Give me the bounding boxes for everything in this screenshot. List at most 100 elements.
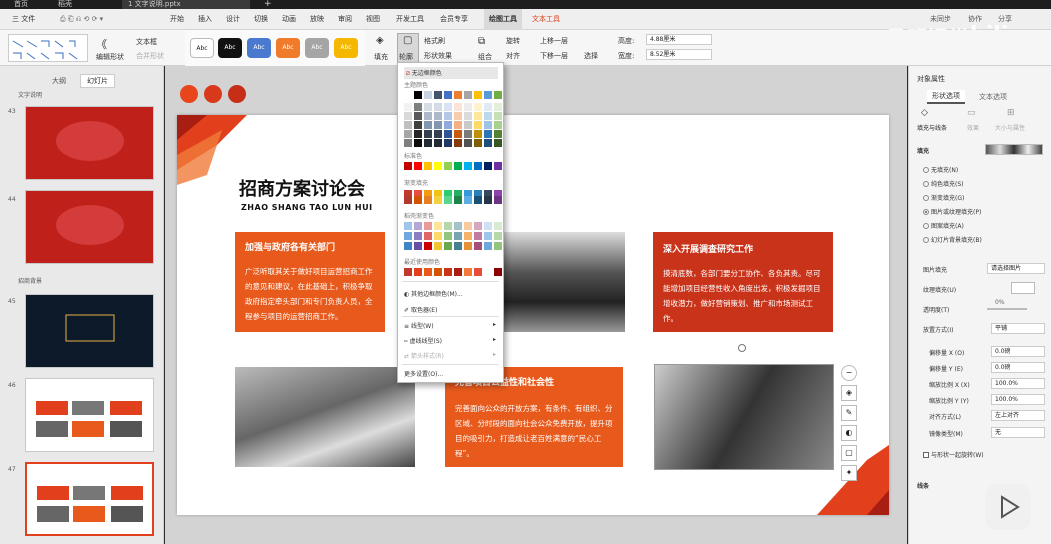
color-swatch[interactable] <box>474 268 482 276</box>
slide-thumbnail-selected[interactable] <box>25 462 154 536</box>
frame-icon[interactable]: ▢ <box>841 445 857 461</box>
slide-title[interactable]: 招商方案讨论会 <box>239 175 365 201</box>
fill-icon[interactable]: ◐ <box>841 425 857 441</box>
color-swatch[interactable] <box>424 268 432 276</box>
fill-option-background[interactable]: 幻灯片背景填充(B) <box>923 235 982 244</box>
color-swatch[interactable] <box>464 162 472 170</box>
color-swatch[interactable] <box>484 103 492 111</box>
menu-review[interactable]: 审阅 <box>338 9 352 30</box>
color-swatch[interactable] <box>484 162 492 170</box>
city-street-photo[interactable] <box>503 232 625 332</box>
color-swatch[interactable] <box>404 112 412 120</box>
collapse-icon[interactable]: − <box>841 365 857 381</box>
tile-select[interactable]: 平铺 <box>991 323 1045 334</box>
style-sample-gray[interactable]: Abc <box>305 38 329 58</box>
color-swatch[interactable] <box>474 222 482 230</box>
scale-x-input[interactable]: 100.0% <box>991 378 1045 389</box>
fill-section-header[interactable]: 填充 <box>917 146 929 155</box>
color-swatch[interactable] <box>404 91 412 99</box>
color-swatch[interactable] <box>414 139 422 147</box>
color-swatch[interactable] <box>454 196 462 204</box>
textbox-button[interactable]: 文本框 <box>136 37 157 47</box>
slide-thumbnail[interactable] <box>25 190 154 264</box>
more-settings-option[interactable]: 更多设置(O)... <box>404 369 443 378</box>
layers-icon[interactable]: ◈ <box>841 385 857 401</box>
color-swatch[interactable] <box>424 103 432 111</box>
menu-start[interactable]: 开始 <box>170 9 184 30</box>
pen-icon[interactable]: ✎ <box>841 405 857 421</box>
color-swatch[interactable] <box>454 91 462 99</box>
fill-option-solid[interactable]: 纯色填充(S) <box>923 179 964 188</box>
group-button[interactable]: 组合 <box>478 52 492 62</box>
color-swatch[interactable] <box>424 130 432 138</box>
menu-view[interactable]: 视图 <box>366 9 380 30</box>
mirror-select[interactable]: 无 <box>991 427 1045 438</box>
fill-option-none[interactable]: 无填充(N) <box>923 165 958 174</box>
coins-money-photo[interactable] <box>235 367 415 467</box>
color-swatch[interactable] <box>434 121 442 129</box>
color-swatch[interactable] <box>474 91 482 99</box>
color-swatch[interactable] <box>444 103 452 111</box>
fill-option-gradient[interactable]: 渐变填充(G) <box>923 193 964 202</box>
color-swatch[interactable] <box>454 268 462 276</box>
file-menu[interactable]: 三 文件 <box>12 9 35 30</box>
color-swatch[interactable] <box>494 232 502 240</box>
color-swatch[interactable] <box>404 130 412 138</box>
color-swatch[interactable] <box>474 130 482 138</box>
color-swatch[interactable] <box>454 222 462 230</box>
fill-line-tab[interactable]: 填充与线条 <box>917 123 947 132</box>
color-swatch[interactable] <box>464 196 472 204</box>
menu-text-tools[interactable]: 文本工具 <box>532 9 560 30</box>
color-swatch[interactable] <box>414 130 422 138</box>
color-swatch[interactable] <box>464 130 472 138</box>
color-swatch[interactable] <box>404 268 412 276</box>
selection-frame[interactable] <box>654 364 834 470</box>
color-swatch[interactable] <box>464 139 472 147</box>
color-swatch[interactable] <box>444 130 452 138</box>
color-swatch[interactable] <box>444 162 452 170</box>
more-outline-colors-option[interactable]: ◐ 其他边框颜色(M)... <box>404 289 463 298</box>
fill-option-picture[interactable]: 图片或纹理填充(P) <box>923 207 981 216</box>
color-swatch[interactable] <box>414 162 422 170</box>
color-swatch[interactable] <box>484 268 492 276</box>
color-swatch[interactable] <box>434 112 442 120</box>
color-swatch[interactable] <box>424 139 432 147</box>
video-play-button[interactable] <box>985 484 1031 530</box>
section-title-1[interactable]: 文字说明 <box>18 90 42 99</box>
color-swatch[interactable] <box>484 112 492 120</box>
line-section-header[interactable]: 线条 <box>917 481 929 490</box>
color-swatch[interactable] <box>494 242 502 250</box>
color-swatch[interactable] <box>464 91 472 99</box>
slide-thumbnail[interactable] <box>25 378 154 452</box>
color-swatch[interactable] <box>444 268 452 276</box>
color-swatch[interactable] <box>444 121 452 129</box>
color-swatch[interactable] <box>434 268 442 276</box>
menu-transition[interactable]: 切换 <box>254 9 268 30</box>
color-swatch[interactable] <box>494 162 502 170</box>
new-tab-button[interactable]: + <box>258 0 278 9</box>
shape-options-tab[interactable]: 形状选项 <box>927 90 965 104</box>
color-swatch[interactable] <box>474 232 482 240</box>
color-swatch[interactable] <box>474 139 482 147</box>
text-box-2[interactable]: 深入开展调查研究工作 摸清底数，各部门要分工协作、各负其责。尽可能增加项目经营性… <box>653 232 833 332</box>
menu-developer[interactable]: 开发工具 <box>396 9 424 30</box>
style-sample-black[interactable]: Abc <box>218 38 242 58</box>
color-swatch[interactable] <box>494 91 502 99</box>
color-swatch[interactable] <box>484 139 492 147</box>
color-swatch[interactable] <box>474 103 482 111</box>
color-swatch[interactable] <box>424 232 432 240</box>
color-swatch[interactable] <box>434 91 442 99</box>
color-swatch[interactable] <box>494 121 502 129</box>
color-swatch[interactable] <box>474 121 482 129</box>
color-swatch[interactable] <box>484 232 492 240</box>
align-button[interactable]: 对齐 <box>506 51 520 61</box>
color-swatch[interactable] <box>414 268 422 276</box>
color-swatch[interactable] <box>464 222 472 230</box>
color-swatch[interactable] <box>454 139 462 147</box>
effect-tab[interactable]: 效果 <box>967 123 979 132</box>
color-swatch[interactable] <box>434 196 442 204</box>
color-swatch[interactable] <box>444 242 452 250</box>
color-swatch[interactable] <box>434 222 442 230</box>
color-swatch[interactable] <box>434 242 442 250</box>
color-swatch[interactable] <box>464 121 472 129</box>
